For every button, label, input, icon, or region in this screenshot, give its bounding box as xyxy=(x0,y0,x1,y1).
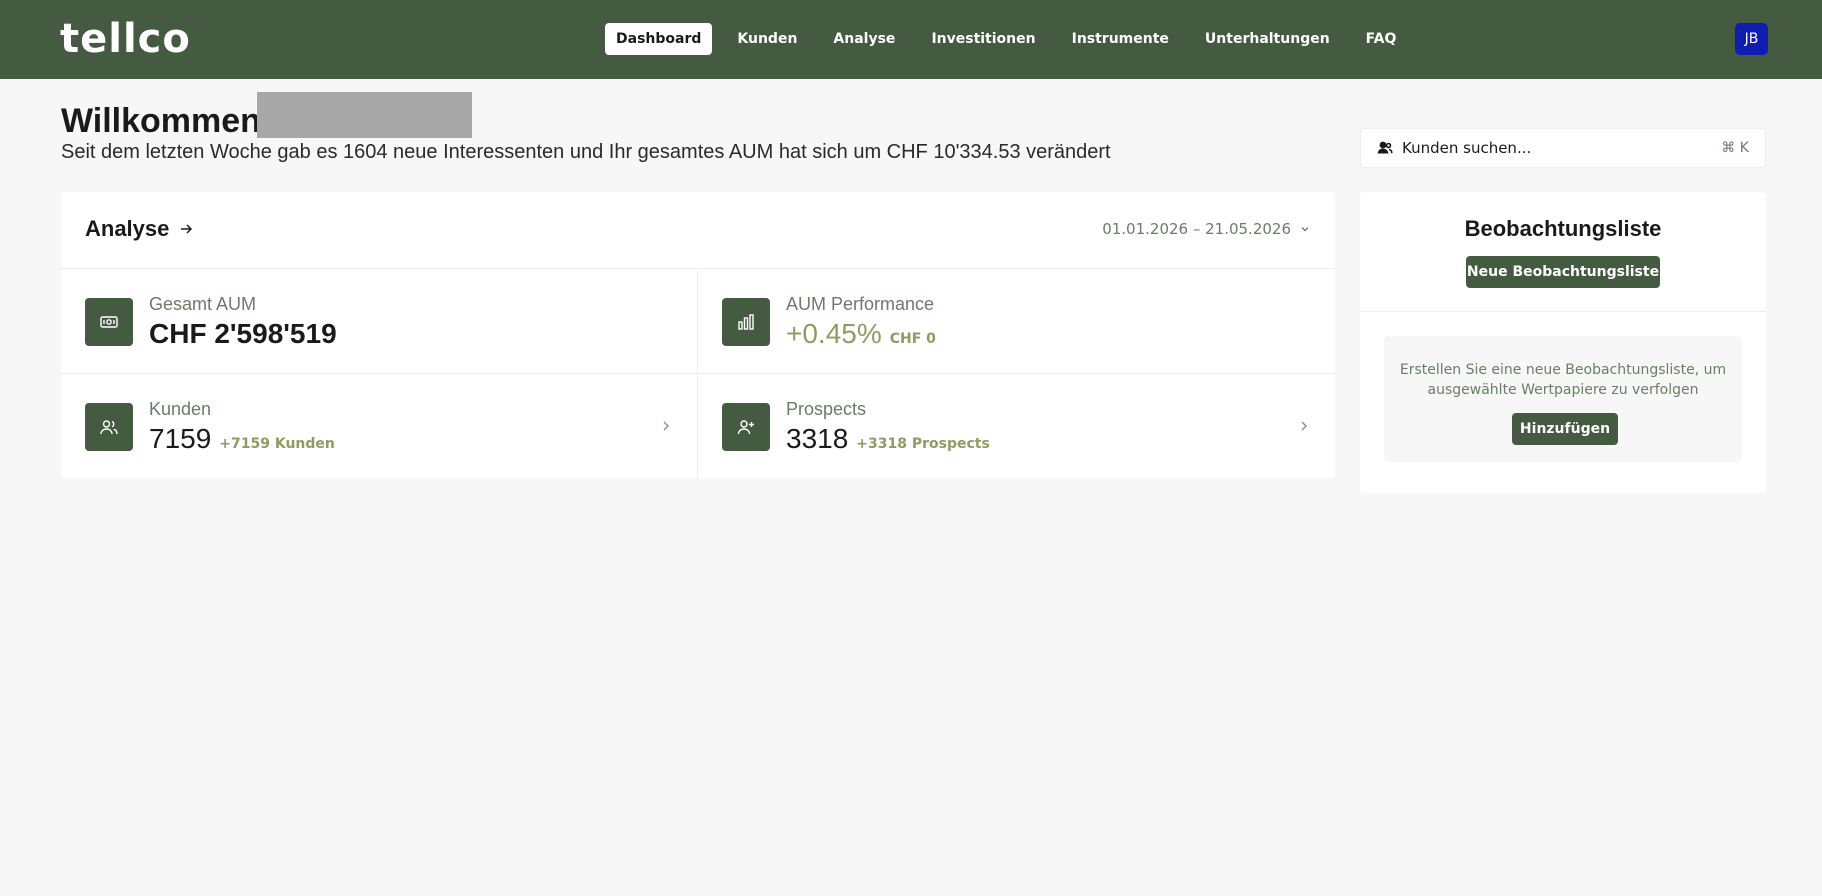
analyse-card-header: Analyse 01.01.2026 – 21.05.2026 xyxy=(61,192,1335,269)
logo[interactable]: tellco xyxy=(60,19,191,59)
chevron-down-icon xyxy=(1301,227,1309,232)
stat-prospects[interactable]: Prospects 3318 +3318 Prospects xyxy=(698,375,1335,479)
add-watchlist-button[interactable]: Hinzufügen xyxy=(1512,413,1618,445)
main-nav: Dashboard Kunden Analyse Investitionen I… xyxy=(605,23,1421,55)
stat-value: CHF 2'598'519 xyxy=(149,318,337,349)
stat-label: AUM Performance xyxy=(786,294,935,314)
bar-chart-icon xyxy=(722,298,770,346)
chevron-right-icon[interactable] xyxy=(659,419,673,433)
stat-value: 3318 xyxy=(786,423,849,454)
stat-delta: +3318 Prospects xyxy=(856,436,990,452)
new-watchlist-button[interactable]: Neue Beobachtungsliste xyxy=(1466,256,1660,288)
stat-label: Kunden xyxy=(149,399,212,419)
stat-label: Prospects xyxy=(786,399,867,419)
date-range-value: 01.01.2026 – 21.05.2026 xyxy=(1102,220,1291,238)
stat-aum-performance: AUM Performance +0.45% CHF 0 xyxy=(698,270,1335,374)
stat-delta: +7159 Kunden xyxy=(219,436,335,452)
nav-item-kunden[interactable]: Kunden xyxy=(726,23,808,55)
top-navbar: tellco Dashboard Kunden Analyse Investit… xyxy=(0,0,1822,79)
redacted-username xyxy=(257,92,472,138)
nav-item-analyse[interactable]: Analyse xyxy=(822,23,906,55)
welcome-heading: Willkommen, xyxy=(61,102,271,140)
date-range-picker[interactable]: 01.01.2026 – 21.05.2026 xyxy=(1102,220,1311,238)
stat-kunden[interactable]: Kunden 7159 +7159 Kunden xyxy=(61,375,698,479)
analyse-title: Analyse xyxy=(85,216,170,241)
stat-value: +0.45% xyxy=(786,318,882,349)
money-icon xyxy=(85,298,133,346)
watchlist-card: Beobachtungsliste Neue Beobachtungsliste… xyxy=(1360,192,1766,493)
chevron-right-icon[interactable] xyxy=(1297,419,1311,433)
watchlist-empty-state: Erstellen Sie eine neue Beobachtungslist… xyxy=(1384,336,1742,462)
stat-total-aum: Gesamt AUM CHF 2'598'519 xyxy=(61,270,698,374)
stat-delta: CHF 0 xyxy=(889,331,936,347)
arrow-right-icon xyxy=(181,224,193,234)
search-placeholder: Kunden suchen... xyxy=(1402,139,1532,157)
nav-item-unterhaltungen[interactable]: Unterhaltungen xyxy=(1194,23,1341,55)
nav-item-instrumente[interactable]: Instrumente xyxy=(1061,23,1180,55)
client-search[interactable]: Kunden suchen... ⌘ K xyxy=(1360,128,1766,168)
analyse-link[interactable]: Analyse xyxy=(85,216,193,242)
stat-label: Gesamt AUM xyxy=(149,294,257,314)
welcome-subtitle: Seit dem letzten Woche gab es 1604 neue … xyxy=(61,141,1111,163)
nav-item-faq[interactable]: FAQ xyxy=(1355,23,1408,55)
search-shortcut: ⌘ K xyxy=(1721,140,1749,156)
empty-state-text: Erstellen Sie eine neue Beobachtungslist… xyxy=(1399,362,1727,398)
users-icon xyxy=(1377,141,1393,154)
watchlist-title: Beobachtungsliste xyxy=(1464,216,1662,241)
divider xyxy=(1360,311,1766,312)
users-icon xyxy=(85,403,133,451)
stat-value: 7159 xyxy=(149,423,212,454)
user-plus-icon xyxy=(722,403,770,451)
analyse-card: Analyse 01.01.2026 – 21.05.2026 Gesamt A… xyxy=(61,192,1335,479)
user-avatar[interactable]: JB xyxy=(1735,23,1768,55)
nav-item-dashboard[interactable]: Dashboard xyxy=(605,23,713,55)
nav-item-investitionen[interactable]: Investitionen xyxy=(920,23,1046,55)
